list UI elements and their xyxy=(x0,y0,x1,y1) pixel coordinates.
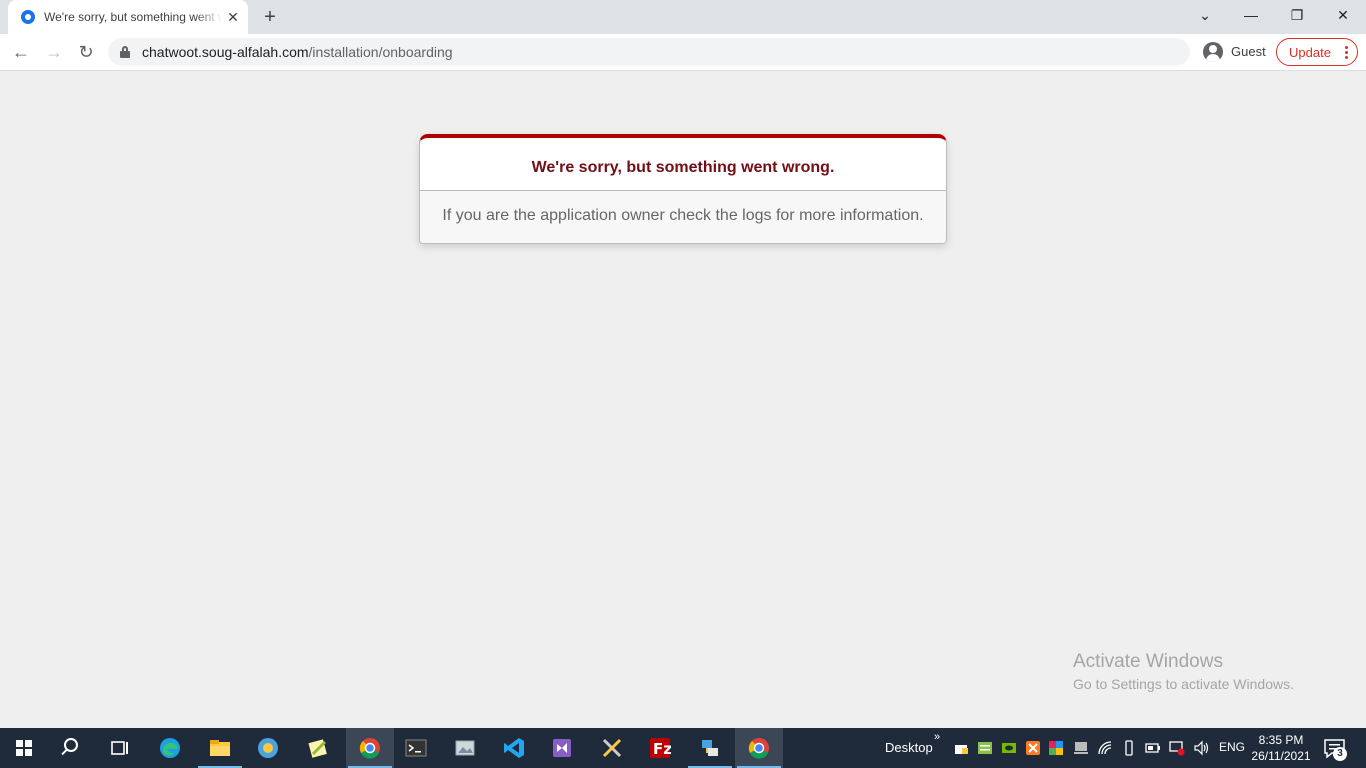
profile-label: Guest xyxy=(1231,44,1266,59)
nvidia-tray-icon[interactable] xyxy=(1001,740,1017,756)
task-view-icon xyxy=(111,741,128,755)
color-app-tray-icon[interactable] xyxy=(1048,740,1064,756)
forward-button[interactable]: → xyxy=(40,38,68,66)
tools-icon xyxy=(602,738,622,758)
taskbar-chrome-2[interactable] xyxy=(735,728,783,768)
url-host: chatwoot.soug-alfalah.com xyxy=(142,44,309,60)
start-button[interactable] xyxy=(0,728,48,768)
error-dialog: We're sorry, but something went wrong. I… xyxy=(419,134,947,244)
taskbar-file-explorer[interactable] xyxy=(196,728,244,768)
taskbar-notepad-plus[interactable] xyxy=(294,728,342,768)
security-tray-icon[interactable] xyxy=(953,740,969,756)
update-button[interactable]: Update xyxy=(1276,38,1358,66)
kebab-menu-icon xyxy=(1341,44,1351,60)
tab-strip: We're sorry, but something went wrong ✕ … xyxy=(0,0,1366,34)
browser-toolbar: ← → ↻ chatwoot.soug-alfalah.com/installa… xyxy=(0,34,1366,71)
filezilla-icon: Fz xyxy=(650,738,671,758)
network-error-icon[interactable] xyxy=(1169,740,1185,756)
toolbar-overflow-icon[interactable]: » xyxy=(934,731,940,743)
watermark-subtitle: Go to Settings to activate Windows. xyxy=(1073,676,1294,692)
minimize-button[interactable]: — xyxy=(1228,0,1274,30)
chrome-icon xyxy=(359,738,380,759)
restore-button[interactable]: ❐ xyxy=(1274,0,1320,30)
visual-studio-icon xyxy=(553,739,571,757)
app-tray-icon[interactable] xyxy=(977,740,993,756)
browser-tab[interactable]: We're sorry, but something went wrong ✕ xyxy=(8,0,248,34)
language-indicator[interactable]: ENG xyxy=(1219,740,1245,754)
profile-button[interactable]: Guest xyxy=(1199,38,1271,66)
windows-start-icon xyxy=(16,740,32,756)
taskbar-chrome-1[interactable] xyxy=(346,728,394,768)
svg-text:Fz: Fz xyxy=(653,740,671,758)
chrome-icon xyxy=(748,738,769,759)
taskbar-globe-app[interactable] xyxy=(244,728,292,768)
network-app-icon xyxy=(702,740,718,756)
close-window-button[interactable]: ✕ xyxy=(1320,0,1366,30)
edge-icon xyxy=(160,738,180,758)
update-label: Update xyxy=(1289,45,1331,60)
vscode-icon xyxy=(504,738,524,758)
photo-viewer-icon xyxy=(455,740,475,756)
tab-search-button[interactable]: ⌄ xyxy=(1182,0,1228,30)
search-button[interactable] xyxy=(48,728,96,768)
clock[interactable]: 8:35 PM 26/11/2021 xyxy=(1248,732,1314,764)
taskbar-network-app[interactable] xyxy=(686,728,734,768)
taskbar-visual-studio[interactable] xyxy=(538,728,586,768)
usb-device-icon[interactable] xyxy=(1121,740,1137,756)
taskbar-filezilla[interactable]: Fz xyxy=(636,728,684,768)
taskbar-edge[interactable] xyxy=(146,728,194,768)
notepad-plus-icon xyxy=(308,739,327,758)
terminal-icon xyxy=(405,739,427,757)
lock-icon[interactable] xyxy=(120,46,130,58)
error-title: We're sorry, but something went wrong. xyxy=(420,138,946,191)
volume-icon[interactable] xyxy=(1193,740,1209,756)
taskbar-photo-viewer[interactable] xyxy=(441,728,489,768)
guest-avatar-icon xyxy=(1203,42,1223,62)
loading-favicon-icon xyxy=(21,10,35,24)
clock-time: 8:35 PM xyxy=(1258,733,1304,747)
url-path: /installation/onboarding xyxy=(308,44,453,60)
taskbar-tools[interactable] xyxy=(588,728,636,768)
desktop-toolbar-label[interactable]: Desktop xyxy=(885,740,933,755)
taskbar-vscode[interactable] xyxy=(490,728,538,768)
taskbar-terminal[interactable] xyxy=(392,728,440,768)
xampp-tray-icon[interactable] xyxy=(1025,740,1041,756)
file-explorer-icon xyxy=(210,740,230,756)
back-button[interactable]: ← xyxy=(7,38,35,66)
address-bar[interactable]: chatwoot.soug-alfalah.com/installation/o… xyxy=(108,38,1190,66)
taskbar: Fz Desktop » ENG 8:35 PM 26/11/2021 xyxy=(0,728,1366,768)
tab-close-icon[interactable]: ✕ xyxy=(224,8,242,26)
reload-button[interactable]: ↻ xyxy=(72,38,100,66)
url-text[interactable]: chatwoot.soug-alfalah.com/installation/o… xyxy=(142,44,453,60)
wifi-icon[interactable] xyxy=(1097,740,1113,756)
watermark-title: Activate Windows xyxy=(1073,651,1223,672)
search-icon xyxy=(64,738,78,752)
clock-date: 26/11/2021 xyxy=(1251,749,1311,763)
activate-windows-watermark: Activate Windows Go to Settings to activ… xyxy=(1073,651,1294,695)
battery-icon[interactable] xyxy=(1145,740,1161,756)
notification-count-badge: 3 xyxy=(1333,747,1347,761)
tab-title: We're sorry, but something went wrong xyxy=(44,10,222,24)
new-tab-button[interactable]: + xyxy=(258,5,282,29)
browser-globe-icon xyxy=(258,738,278,758)
display-tray-icon[interactable] xyxy=(1073,740,1089,756)
error-message: If you are the application owner check t… xyxy=(420,191,946,243)
task-view-button[interactable] xyxy=(96,728,144,768)
